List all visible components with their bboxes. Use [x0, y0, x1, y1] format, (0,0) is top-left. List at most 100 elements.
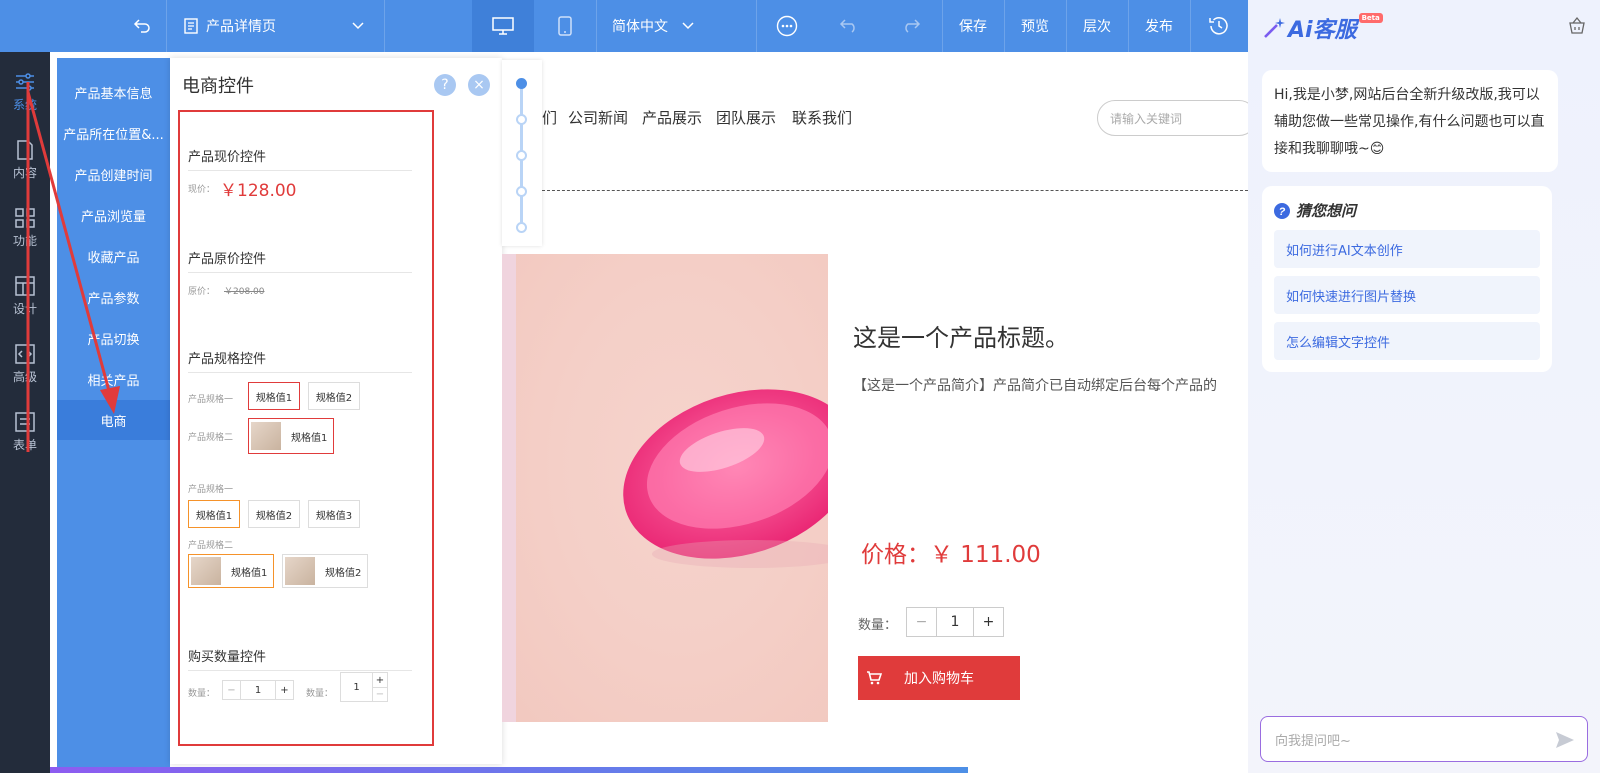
suggested-question[interactable]: 如何进行AI文本创作 — [1274, 230, 1540, 268]
mobile-view-button[interactable] — [534, 0, 596, 52]
site-search-input[interactable]: 请输入关键词 — [1097, 100, 1257, 136]
chevron-down-icon — [352, 22, 364, 30]
widget-panel: 电商控件 ? × 产品现价控件 现价： ￥128.00 产品原价控件 原价： ￥… — [170, 58, 502, 764]
current-price-value: ￥128.00 — [220, 181, 297, 201]
spec-option-image[interactable]: 规格值2 — [282, 554, 368, 588]
spec-a-label: 产品规格一 — [188, 395, 234, 405]
redo-button[interactable] — [880, 0, 942, 52]
page-icon — [184, 18, 198, 34]
save-button[interactable]: 保存 — [942, 0, 1004, 52]
panel-title: 电商控件 — [182, 76, 254, 97]
product-price: 价格：￥ 111.00 — [861, 542, 1041, 568]
plus-button[interactable]: + — [973, 608, 1003, 636]
suggested-questions-label: 猜您想问 — [1296, 202, 1357, 220]
widget-original-price-title[interactable]: 产品原价控件 — [188, 248, 266, 267]
back-icon[interactable] — [124, 0, 160, 52]
minus-button[interactable]: − — [223, 681, 241, 699]
ai-chat-input[interactable]: 向我提问吧~ — [1260, 716, 1588, 762]
step-dot[interactable] — [516, 186, 527, 197]
ai-assistant-panel: Ai客服 Beta Hi,我是小梦,网站后台全新升级改版,我可以辅助您做一些常见… — [1248, 0, 1600, 773]
quantity-stepper-vertical[interactable]: 1 + − — [340, 672, 388, 702]
magic-wand-icon — [1264, 18, 1285, 38]
site-nav-link[interactable]: 产品展示 — [642, 107, 702, 128]
divider — [542, 190, 1248, 191]
spec-b-label: 产品规格二 — [188, 541, 234, 551]
spec-option-image[interactable]: 规格值1 — [248, 418, 334, 454]
preview-button[interactable]: 预览 — [1004, 0, 1066, 52]
spec-b-label: 产品规格二 — [188, 433, 234, 443]
cart-icon — [867, 671, 882, 685]
chevron-down-icon — [682, 22, 694, 30]
spec-option-label: 规格值2 — [325, 567, 362, 579]
suggested-question[interactable]: 怎么编辑文字控件 — [1274, 322, 1540, 360]
add-to-cart-label: 加入购物车 — [904, 671, 974, 687]
minus-button[interactable]: − — [373, 688, 387, 701]
undo-icon — [839, 19, 855, 33]
close-icon[interactable]: × — [468, 74, 490, 96]
spec-option[interactable]: 规格值3 — [308, 500, 360, 528]
ai-chat-placeholder: 向我提问吧~ — [1275, 733, 1351, 749]
widget-current-price-title[interactable]: 产品现价控件 — [188, 146, 266, 165]
quantity-value[interactable]: 1 — [241, 681, 275, 699]
step-dot[interactable] — [516, 222, 527, 233]
product-image[interactable] — [502, 254, 828, 722]
spec-option[interactable]: 规格值1 — [248, 382, 300, 410]
step-dot[interactable] — [516, 78, 527, 89]
layers-button[interactable]: 层次 — [1066, 0, 1128, 52]
site-nav-link[interactable]: 们 — [542, 107, 557, 128]
widget-spec-title[interactable]: 产品规格控件 — [188, 348, 266, 367]
top-toolbar: 产品详情页 简体中文 保存 预览 层次 发布 — [0, 0, 1248, 52]
desktop-view-button[interactable] — [472, 0, 534, 52]
spec-option[interactable]: 规格值2 — [248, 500, 300, 528]
page-select[interactable]: 产品详情页 — [166, 0, 384, 52]
progress-bar — [50, 767, 968, 773]
spec-option-label: 规格值1 — [231, 567, 268, 579]
widget-list: 产品现价控件 现价： ￥128.00 产品原价控件 原价： ￥208.00 产品… — [178, 110, 434, 746]
section-stepper — [502, 60, 542, 246]
site-nav-link[interactable]: 公司新闻 — [568, 107, 628, 128]
svg-text:?: ? — [1279, 206, 1286, 218]
quantity-value[interactable]: 1 — [341, 673, 373, 701]
spec-option-image[interactable]: 规格值1 — [188, 554, 274, 588]
thumbnail-image — [285, 557, 315, 585]
step-dot[interactable] — [516, 114, 527, 125]
site-nav-link[interactable]: 联系我们 — [792, 107, 852, 128]
plus-button[interactable]: + — [275, 681, 293, 699]
spec-option[interactable]: 规格值2 — [308, 382, 360, 410]
clear-chat-icon[interactable] — [1568, 16, 1586, 38]
site-nav-link[interactable]: 团队展示 — [716, 107, 776, 128]
quantity-stepper[interactable]: − 1 + — [222, 680, 294, 700]
publish-button[interactable]: 发布 — [1128, 0, 1190, 52]
step-dot[interactable] — [516, 150, 527, 161]
spec-option[interactable]: 规格值1 — [188, 500, 240, 528]
suggested-questions-card: ? 猜您想问 如何进行AI文本创作 如何快速进行图片替换 怎么编辑文字控件 — [1262, 186, 1552, 372]
current-price-label: 现价： — [188, 185, 216, 195]
send-icon[interactable] — [1555, 730, 1575, 750]
quantity-stepper[interactable]: − 1 + — [906, 607, 1004, 637]
widget-quantity-title[interactable]: 购买数量控件 — [188, 646, 266, 665]
add-to-cart-button[interactable]: 加入购物车 — [858, 656, 1020, 700]
language-label: 简体中文 — [612, 19, 668, 35]
plus-button[interactable]: + — [373, 674, 387, 688]
redo-icon — [905, 19, 921, 33]
undo-button[interactable] — [818, 0, 880, 52]
history-icon — [1209, 17, 1228, 35]
spec-option-label: 规格值1 — [291, 432, 328, 444]
product-title: 这是一个产品标题。 — [853, 324, 1069, 352]
language-select[interactable]: 简体中文 — [596, 0, 756, 52]
annotation-arrow — [26, 82, 120, 452]
product-intro: 【这是一个产品简介】产品简介已自动绑定后台每个产品的 — [853, 378, 1217, 394]
thumbnail-image — [251, 422, 281, 450]
beta-badge: Beta — [1358, 13, 1383, 23]
thumbnail-image — [191, 557, 221, 585]
help-icon[interactable]: ? — [434, 74, 456, 96]
original-price-label: 原价： — [188, 287, 216, 297]
ai-brand: Ai客服 — [1288, 18, 1357, 43]
product-dish-image — [502, 254, 828, 722]
quantity-value[interactable]: 1 — [937, 608, 973, 636]
history-button[interactable] — [1190, 0, 1248, 52]
minus-button[interactable]: − — [907, 608, 937, 636]
suggested-question[interactable]: 如何快速进行图片替换 — [1274, 276, 1540, 314]
suggested-questions-title: ? 猜您想问 — [1274, 200, 1356, 221]
more-button[interactable] — [756, 0, 818, 52]
